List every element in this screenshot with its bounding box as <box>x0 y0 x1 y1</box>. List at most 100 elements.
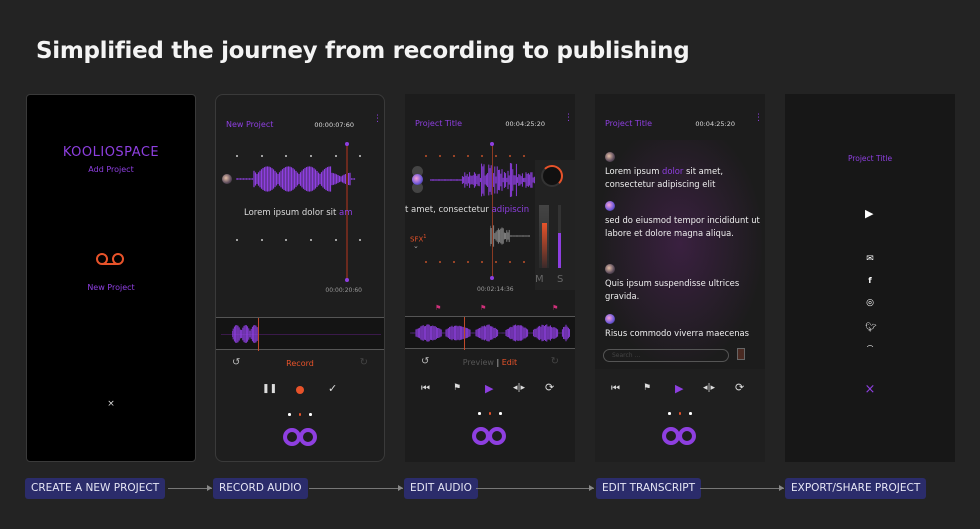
split-icon[interactable]: ◂|▸ <box>513 383 525 393</box>
close-icon[interactable]: × <box>785 382 955 397</box>
grid-dots <box>236 239 384 241</box>
more-share-icon[interactable]: ◠ <box>865 344 875 347</box>
mixer-panel: M S <box>535 160 575 290</box>
mini-waveform <box>410 324 570 342</box>
speaker-avatar[interactable] <box>605 314 615 324</box>
play-icon[interactable]: ▶ <box>485 382 493 395</box>
more-menu-icon[interactable]: ⋮ <box>373 115 382 124</box>
sfx-waveform <box>490 225 530 247</box>
facebook-icon[interactable]: f <box>865 276 875 285</box>
split-icon[interactable]: ◂|▸ <box>703 383 715 393</box>
twitter-icon[interactable]: 🐦︎ <box>865 323 876 333</box>
speaker-selector[interactable] <box>412 174 423 185</box>
redo-icon[interactable]: ↻ <box>551 356 559 367</box>
speaker-avatar[interactable] <box>605 152 615 162</box>
sfx-track-button[interactable]: SFX1 ⌄ <box>410 234 427 250</box>
koolio-logo <box>472 427 507 445</box>
skip-back-icon[interactable]: ⏮ <box>421 383 430 394</box>
more-menu-icon[interactable]: ⋮ <box>754 114 763 123</box>
live-caption: t amet, consectetur adipiscin <box>405 205 529 215</box>
preview-tab[interactable]: Preview <box>463 358 494 367</box>
page-heading: Simplified the journey from recording to… <box>36 38 690 64</box>
close-icon[interactable]: × <box>27 399 195 409</box>
check-icon[interactable]: ✓ <box>328 382 337 395</box>
timeline-overview[interactable] <box>405 316 575 350</box>
loop-icon[interactable]: ⟳ <box>545 381 554 394</box>
caption-text: t amet, consectetur <box>405 205 492 215</box>
marker-flag-icon[interactable]: ⚑ <box>480 304 486 312</box>
solo-button[interactable]: S <box>557 274 563 285</box>
arrow-connector <box>476 485 594 491</box>
pause-icon[interactable]: ❚❚ <box>262 384 277 394</box>
brand-title: KOOLIOSPACE <box>62 145 160 160</box>
play-icon[interactable]: ▶ <box>865 207 873 220</box>
marker-flag-icon[interactable]: ⚑ <box>435 304 441 312</box>
play-icon[interactable]: ▶ <box>675 382 683 395</box>
transcript-text: Quis ipsum suspendisse ultrices gravida. <box>605 278 740 301</box>
step-record-audio: RECORD AUDIO <box>213 478 308 499</box>
edit-tab[interactable]: Edit <box>502 358 518 367</box>
live-caption: Lorem ipsum dolor sit am <box>244 208 353 218</box>
transcript-text: Risus commodo viverra maecenas <box>605 328 750 338</box>
format-button[interactable] <box>737 348 745 360</box>
loop-icon[interactable]: ⟳ <box>735 381 744 394</box>
transcript-paragraph[interactable]: Quis ipsum suspendisse ultrices gravida. <box>605 277 760 303</box>
pagination-dots <box>405 412 575 415</box>
arrow-connector <box>700 485 784 491</box>
skip-back-icon[interactable]: ⏮ <box>611 383 620 394</box>
transcript-search-input[interactable]: Search ... <box>603 349 729 362</box>
speaker-avatar[interactable] <box>222 174 232 184</box>
pagination-dots <box>216 413 384 416</box>
mute-button[interactable]: M <box>535 274 544 285</box>
playhead-bottom-handle[interactable] <box>490 276 494 280</box>
transcript-paragraph[interactable]: Risus commodo viverra maecenas <box>605 327 760 340</box>
screen-export-share: Project Title ▶ ✉ f ◎ 🐦︎ ◠ × <box>785 94 955 462</box>
record-button[interactable] <box>296 386 304 394</box>
transcript-paragraph[interactable]: Lorem ipsum dolor sit amet, consectetur … <box>605 165 760 191</box>
project-title: Project Title <box>415 119 463 128</box>
koolio-logo <box>662 427 697 445</box>
transcript-paragraph[interactable]: sed do eiusmod tempor incididunt ut labo… <box>605 214 760 240</box>
caption-active-word: am <box>339 208 353 218</box>
live-waveform <box>236 166 356 192</box>
playhead-bottom-handle[interactable] <box>345 278 349 282</box>
mini-waveform <box>232 325 258 343</box>
playhead-top-handle[interactable] <box>345 142 349 146</box>
redo-icon[interactable]: ↻ <box>360 357 368 368</box>
voicemail-icon[interactable] <box>95 251 125 270</box>
transcript-text: Lorem ipsum <box>605 166 663 176</box>
more-menu-icon[interactable]: ⋮ <box>564 114 573 123</box>
gain-knob[interactable] <box>541 165 563 187</box>
timeline-cursor[interactable] <box>258 318 259 351</box>
caption-active-word: adipiscin <box>491 205 530 215</box>
speaker-avatar[interactable] <box>605 201 615 211</box>
position-time: 00:00:20:60 <box>325 287 362 294</box>
elapsed-time: 00:00:07:60 <box>314 121 354 129</box>
transcript-text: sed do eiusmod tempor incididunt ut labo… <box>605 215 760 238</box>
elapsed-time: 00:04:25:20 <box>505 120 545 128</box>
volume-slider[interactable] <box>558 205 561 268</box>
arrow-connector <box>309 485 403 491</box>
project-title: Project Title <box>605 119 653 128</box>
marker-flag-icon[interactable]: ⚑ <box>552 304 558 312</box>
add-project-link[interactable]: Add Project <box>27 165 195 174</box>
level-meter <box>539 205 549 268</box>
sfx-count: 1 <box>423 234 427 240</box>
flag-icon[interactable]: ⚑ <box>643 383 651 393</box>
timeline-cursor[interactable] <box>464 317 465 350</box>
grid-dots <box>425 261 525 263</box>
flag-icon[interactable]: ⚑ <box>453 383 461 393</box>
playhead-top-handle[interactable] <box>490 142 494 146</box>
timeline-overview[interactable] <box>216 317 384 351</box>
step-edit-transcript: EDIT TRANSCRIPT <box>596 478 702 499</box>
screen-create-project: KOOLIOSPACE Add Project New Project × <box>26 94 196 462</box>
mail-icon[interactable]: ✉ <box>865 254 875 264</box>
whatsapp-icon[interactable]: ◎ <box>865 298 875 308</box>
arrow-connector <box>168 485 212 491</box>
speaker-avatar[interactable] <box>605 264 615 274</box>
chevron-down-icon[interactable]: ⌄ <box>413 243 426 250</box>
grid-dots <box>236 155 384 157</box>
screen-edit-audio: Project Title 00:04:25:20 ⋮ t amet, cons… <box>405 94 575 462</box>
caption-text: Lorem ipsum dolor sit <box>244 208 340 218</box>
new-project-button[interactable]: New Project <box>27 283 195 292</box>
